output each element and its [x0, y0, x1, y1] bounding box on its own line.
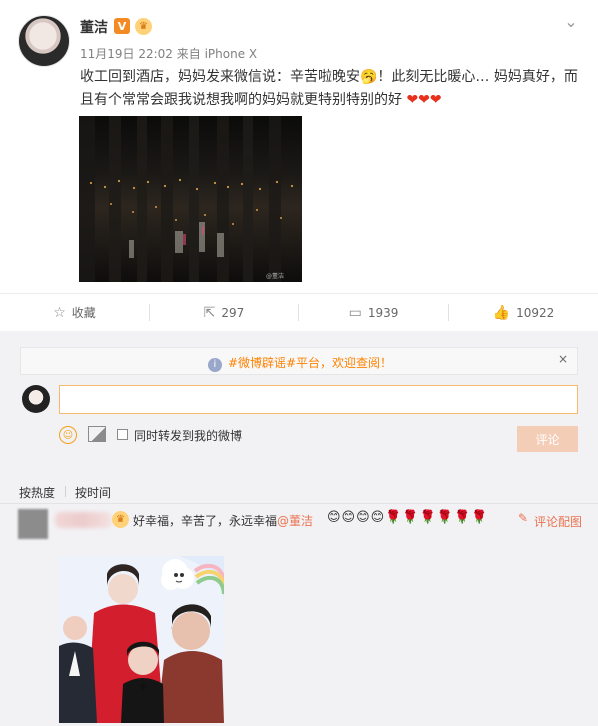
forward-label[interactable]: 同时转发到我的微博: [134, 427, 242, 444]
chevron-down-icon[interactable]: ⌄: [562, 12, 580, 31]
collect-label: 收藏: [71, 306, 96, 320]
family-photo[interactable]: [59, 556, 224, 723]
emoji-icon[interactable]: ☺: [59, 426, 77, 444]
commenter-name-blurred: [55, 512, 112, 528]
comment-icon: ▭: [348, 304, 362, 321]
notice-text[interactable]: #微博辟谣#平台，欢迎查阅！: [228, 356, 392, 370]
action-bar: ☆ 收藏 ⇱ 297 ▭ 1939 👍 10922: [0, 293, 598, 332]
comment-image-link[interactable]: 评论配图: [534, 512, 582, 532]
my-avatar: [22, 385, 50, 413]
night-city-photo[interactable]: @董洁: [79, 116, 302, 282]
sort-by-heat[interactable]: 按热度: [19, 484, 55, 501]
post-text-content: 收工回到酒店，妈妈发来微信说：辛苦啦晚安🥱！此刻无比暖心… 妈妈真好，而且有个常…: [80, 69, 578, 108]
user-avatar[interactable]: [18, 15, 70, 67]
image-icon[interactable]: [88, 426, 106, 442]
image-watermark: @董洁: [266, 272, 284, 280]
close-icon[interactable]: ×: [558, 352, 568, 366]
comment-text: 好幸福，辛苦了，永远幸福@董洁: [133, 512, 313, 529]
info-icon: i: [207, 358, 222, 372]
family-photo-svg: [59, 556, 224, 723]
sort-by-time[interactable]: 按时间: [75, 484, 111, 501]
collect-button[interactable]: ☆ 收藏: [0, 294, 149, 331]
notice-text-wrap: i #微博辟谣#平台，欢迎查阅！: [21, 354, 579, 372]
sort-divider: [65, 486, 66, 497]
verified-v-icon: V: [114, 18, 130, 34]
post-author-name[interactable]: 董洁: [80, 17, 108, 37]
share-icon: ⇱: [203, 304, 216, 321]
star-icon: ☆: [53, 304, 66, 321]
like-count: 10922: [516, 305, 555, 320]
comment-emojis: 😊😊😊😊🌹🌹🌹🌹🌹🌹: [327, 510, 489, 525]
comment-body: 好幸福，辛苦了，永远幸福: [133, 514, 278, 528]
member-crown-icon: ♛: [135, 18, 152, 35]
comment-button[interactable]: ▭ 1939: [299, 294, 448, 331]
forward-checkbox[interactable]: [117, 429, 128, 440]
heart-emojis: ❤❤❤: [406, 92, 442, 108]
sort-separator-line: [0, 503, 598, 504]
post-text: 收工回到酒店，妈妈发来微信说：辛苦啦晚安🥱！此刻无比暖心… 妈妈真好，而且有个常…: [80, 66, 585, 112]
post-meta: 11月19日 22:02 来自 iPhone X: [80, 47, 258, 61]
comment-count: 1939: [367, 305, 399, 320]
night-city-photo-svg: @董洁: [79, 116, 302, 282]
repost-count: 297: [221, 305, 245, 320]
edit-icon[interactable]: ✎: [518, 511, 528, 525]
submit-comment-button[interactable]: 评论: [517, 426, 578, 452]
comment-input[interactable]: [59, 385, 578, 414]
mention-link[interactable]: @董洁: [277, 514, 313, 528]
notice-bar: i #微博辟谣#平台，欢迎查阅！: [20, 347, 578, 375]
like-button[interactable]: 👍 10922: [449, 294, 598, 331]
blurred-avatar[interactable]: [18, 509, 48, 539]
like-icon: 👍: [492, 304, 511, 321]
member-crown-icon: ♛: [112, 511, 129, 528]
comment-image-label[interactable]: 评论配图: [534, 515, 582, 529]
repost-button[interactable]: ⇱ 297: [150, 294, 298, 331]
